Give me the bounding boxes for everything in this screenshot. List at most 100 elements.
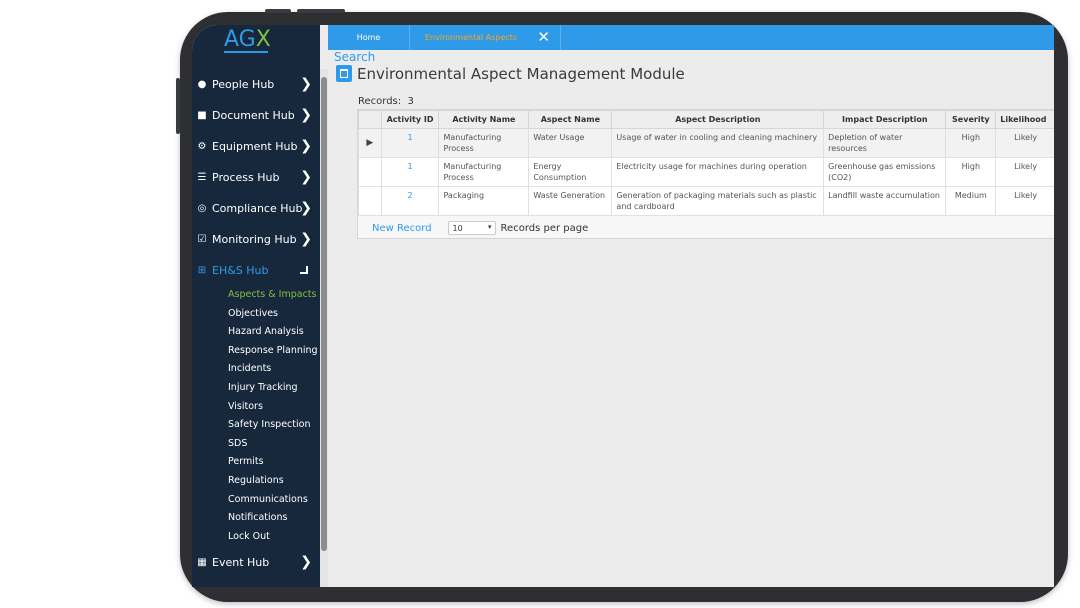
agx-logo[interactable]: AGX xyxy=(224,27,271,52)
sidebar-subitem-incidents[interactable]: Incidents xyxy=(228,363,271,374)
list-icon: ☰ xyxy=(197,171,207,183)
records-count: Records: 3 xyxy=(358,96,414,107)
tab-label: Environmental Aspects xyxy=(425,33,518,42)
sidebar-item-label: Event Hub xyxy=(212,555,270,569)
sidebar-item-event-hub[interactable]: ▦ Event Hub ❯ xyxy=(192,547,320,577)
cell-activity-id[interactable]: 1 xyxy=(380,157,440,187)
column-header[interactable]: Activity ID xyxy=(380,110,440,129)
cell-likelihood: Likely xyxy=(995,128,1054,158)
cell-aspect-name: Energy Consumption xyxy=(528,157,613,187)
grid-footer: New Record 10 ▾ Records per page xyxy=(372,221,588,235)
cell-activity-name: Manufacturing Process xyxy=(438,157,530,187)
sidebar-subitem-hazard-analysis[interactable]: Hazard Analysis xyxy=(228,326,304,337)
sidebar-subitem-safety-inspection[interactable]: Safety Inspection xyxy=(228,419,310,430)
plus-square-icon: ⊞ xyxy=(197,264,207,276)
cell-likelihood: Likely xyxy=(995,157,1054,187)
sidebar-item-process-hub[interactable]: ☰ Process Hub ❯ xyxy=(192,162,320,192)
sidebar-item-compliance-hub[interactable]: ◎ Compliance Hub ❯ xyxy=(192,193,320,223)
table-row[interactable]: ▶ 1 Manufacturing Process Water Usage Us… xyxy=(358,128,1054,158)
tablet-top-button xyxy=(297,9,345,13)
column-header[interactable]: Severity xyxy=(945,110,997,129)
sidebar-item-ehs-hub[interactable]: ⊞ EH&S Hub xyxy=(192,255,320,285)
sidebar-subitem-injury-tracking[interactable]: Injury Tracking xyxy=(228,382,298,393)
tab-label: Home xyxy=(356,33,381,42)
row-selector[interactable] xyxy=(358,157,382,187)
cell-aspect-description: Usage of water in cooling and cleaning m… xyxy=(611,128,825,158)
column-header[interactable]: Aspect Name xyxy=(528,110,613,129)
cell-activity-name: Manufacturing Process xyxy=(438,128,530,158)
sidebar-item-label: Compliance Hub xyxy=(212,201,303,215)
sidebar-item-monitoring-hub[interactable]: ☑ Monitoring Hub ❯ xyxy=(192,224,320,254)
column-header-select xyxy=(358,110,382,129)
sidebar-item-label: Monitoring Hub xyxy=(212,232,297,246)
table-row[interactable]: 2 Packaging Waste Generation Generation … xyxy=(358,186,1054,216)
cell-severity: High xyxy=(945,157,997,187)
sidebar-item-document-hub[interactable]: ■ Document Hub ❯ xyxy=(192,100,320,130)
tab-bar: Home Environmental Aspects ✕ xyxy=(328,25,1054,50)
clipboard-icon xyxy=(336,65,352,82)
table-header-row: Activity ID Activity Name Aspect Name As… xyxy=(358,110,1054,129)
cell-severity: Medium xyxy=(945,186,997,216)
sidebar: AGX ● People Hub ❯ ■ Document Hub ❯ ⚙ Eq… xyxy=(192,25,320,587)
table-row[interactable]: 1 Manufacturing Process Energy Consumpti… xyxy=(358,157,1054,187)
sidebar-subitem-objectives[interactable]: Objectives xyxy=(228,308,278,319)
sidebar-item-people-hub[interactable]: ● People Hub ❯ xyxy=(192,69,320,99)
row-selected-indicator-icon: ▶ xyxy=(358,128,382,158)
chevron-right-icon: ❯ xyxy=(300,200,312,216)
logo-underline xyxy=(224,51,268,53)
cell-impact-description: Depletion of water resources xyxy=(823,128,947,158)
sidebar-item-label: Process Hub xyxy=(212,170,280,184)
cell-aspect-name: Waste Generation xyxy=(528,186,613,216)
tab-home[interactable]: Home xyxy=(328,25,410,50)
chevron-down-icon: ▾ xyxy=(488,223,492,231)
sidebar-item-equipment-hub[interactable]: ⚙ Equipment Hub ❯ xyxy=(192,131,320,161)
column-header[interactable]: Likelihood xyxy=(995,110,1054,129)
tab-environmental-aspects[interactable]: Environmental Aspects ✕ xyxy=(410,25,561,50)
records-table: Activity ID Activity Name Aspect Name As… xyxy=(358,110,1054,216)
sidebar-subitem-visitors[interactable]: Visitors xyxy=(228,401,263,412)
column-header[interactable]: Activity Name xyxy=(438,110,530,129)
cell-activity-name: Packaging xyxy=(438,186,530,216)
cell-aspect-description: Generation of packaging materials such a… xyxy=(611,186,825,216)
page-size-value: 10 xyxy=(452,223,463,233)
sidebar-subitem-lock-out[interactable]: Lock Out xyxy=(228,531,270,542)
app-screen: AGX ● People Hub ❯ ■ Document Hub ❯ ⚙ Eq… xyxy=(192,25,1054,587)
sidebar-subitem-notifications[interactable]: Notifications xyxy=(228,512,287,523)
sidebar-item-label: EH&S Hub xyxy=(212,263,269,277)
tablet-side-button xyxy=(176,78,180,134)
close-icon[interactable]: ✕ xyxy=(537,28,550,46)
page-size-select[interactable]: 10 ▾ xyxy=(447,221,496,235)
column-header[interactable]: Impact Description xyxy=(823,110,947,129)
column-header[interactable]: Aspect Description xyxy=(611,110,825,129)
sidebar-item-label: Document Hub xyxy=(212,108,295,122)
cell-severity: High xyxy=(945,128,997,158)
chevron-right-icon: ❯ xyxy=(300,554,312,570)
sidebar-subitem-aspects-impacts[interactable]: Aspects & Impacts xyxy=(228,289,316,300)
sidebar-subitem-response-planning[interactable]: Response Planning xyxy=(228,345,318,356)
new-record-link[interactable]: New Record xyxy=(372,223,432,234)
sidebar-scrollbar-thumb[interactable] xyxy=(321,77,327,551)
search-link[interactable]: Search xyxy=(334,50,375,64)
records-per-page-label: Records per page xyxy=(500,222,589,234)
chevron-right-icon: ❯ xyxy=(300,76,312,92)
user-icon: ● xyxy=(197,78,207,90)
sidebar-item-label: Equipment Hub xyxy=(212,139,298,153)
sidebar-subitem-regulations[interactable]: Regulations xyxy=(228,475,284,486)
cell-activity-id[interactable]: 1 xyxy=(380,128,440,158)
chevron-right-icon: ❯ xyxy=(300,231,312,247)
chevron-right-icon: ❯ xyxy=(300,107,312,123)
cell-activity-id[interactable]: 2 xyxy=(380,186,440,216)
chevron-right-icon: ❯ xyxy=(300,169,312,185)
cell-aspect-name: Water Usage xyxy=(528,128,613,158)
folder-icon: ■ xyxy=(197,109,207,121)
calendar-icon: ▦ xyxy=(197,556,207,568)
gears-icon: ⚙ xyxy=(197,140,207,152)
row-selector[interactable] xyxy=(358,186,382,216)
sidebar-subitem-sds[interactable]: SDS xyxy=(228,438,247,449)
sidebar-subitem-communications[interactable]: Communications xyxy=(228,494,308,505)
records-grid: Activity ID Activity Name Aspect Name As… xyxy=(357,109,1054,239)
page-title: Environmental Aspect Management Module xyxy=(357,65,685,83)
checkbox-icon: ☑ xyxy=(197,233,207,245)
cell-impact-description: Landfill waste accumulation xyxy=(823,186,947,216)
sidebar-subitem-permits[interactable]: Permits xyxy=(228,456,264,467)
